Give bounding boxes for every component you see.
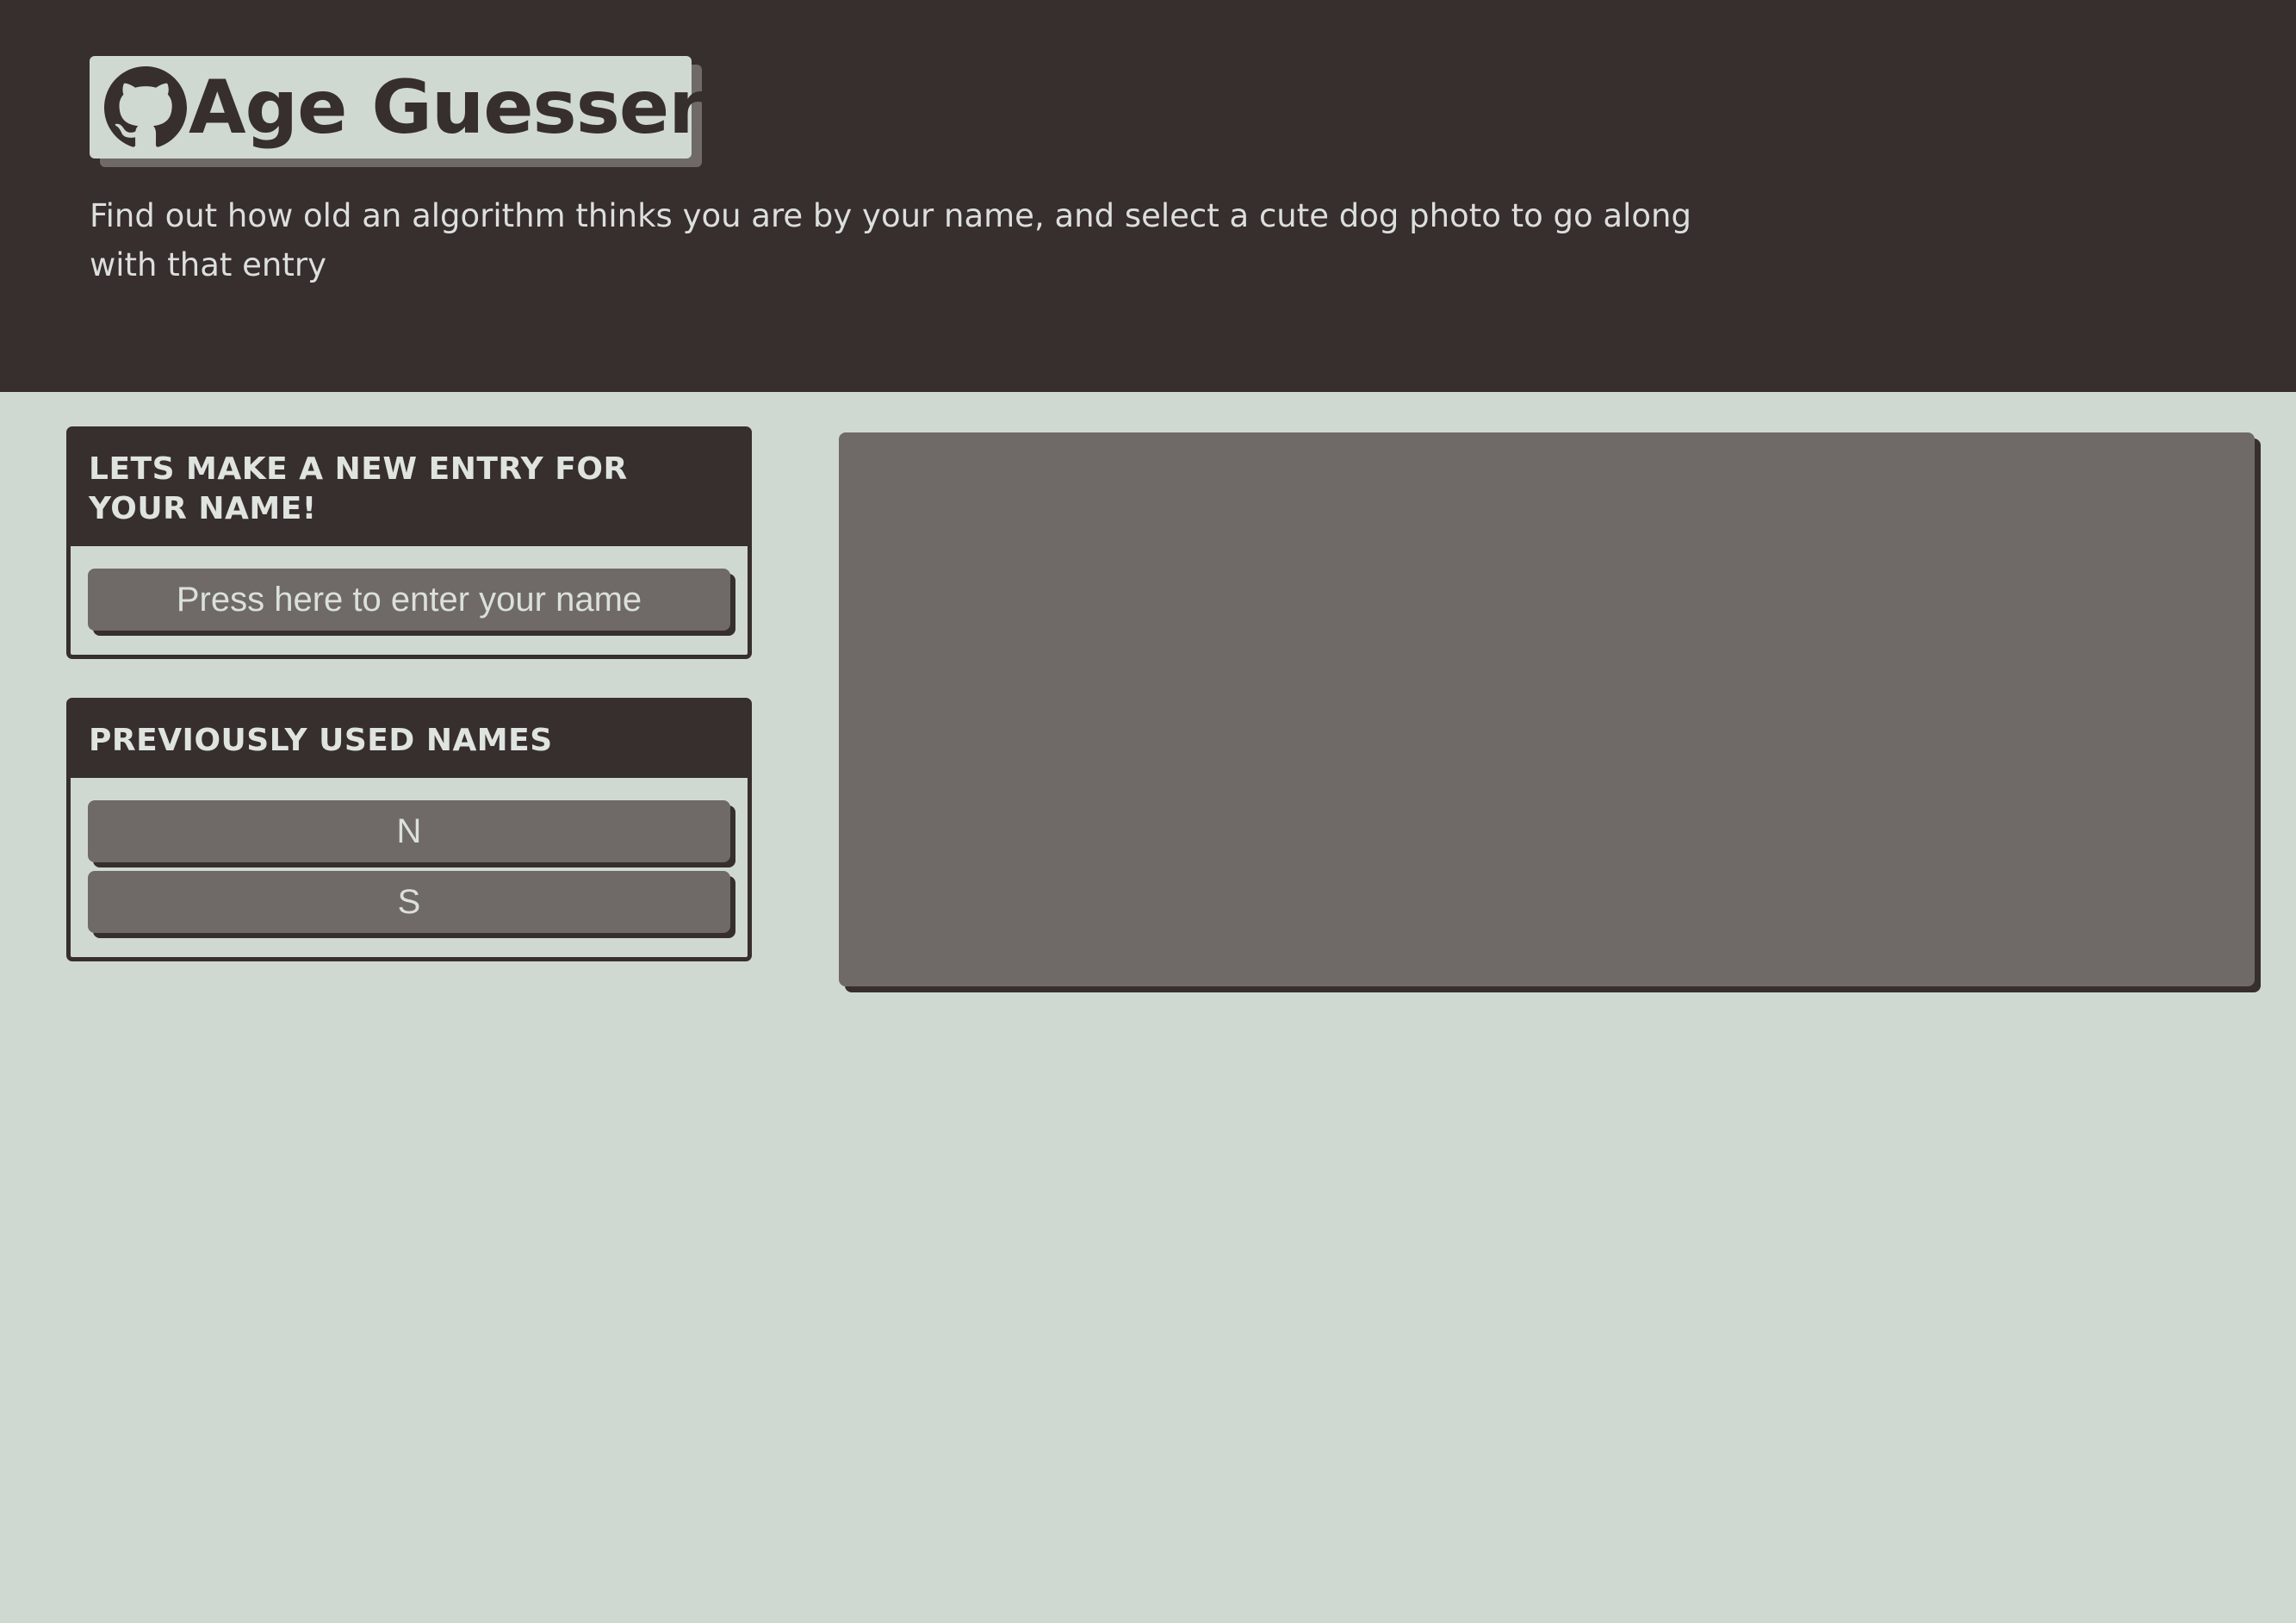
previous-name-button[interactable]: N [88, 800, 730, 862]
previous-names-list: N S [71, 778, 748, 957]
page-header: Age Guesser Find out how old an algorith… [0, 0, 2296, 392]
enter-name-button[interactable]: Press here to enter your name [88, 569, 730, 631]
new-entry-body: Press here to enter your name [71, 546, 748, 655]
previous-names-card: PREVIOUSLY USED NAMES N S [66, 698, 752, 961]
new-entry-heading: LETS MAKE A NEW ENTRY FOR YOUR NAME! [71, 431, 748, 546]
page-title: Age Guesser [189, 64, 705, 151]
page-subtitle: Find out how old an algorithm thinks you… [90, 197, 1691, 283]
enter-name-button-wrap: Press here to enter your name [88, 569, 735, 636]
previous-names-heading: PREVIOUSLY USED NAMES [71, 702, 748, 778]
github-icon[interactable] [104, 65, 187, 149]
previous-name-button[interactable]: S [88, 871, 730, 933]
new-entry-card: LETS MAKE A NEW ENTRY FOR YOUR NAME! Pre… [66, 426, 752, 659]
previous-name-item-wrap: N [88, 800, 735, 867]
result-panel [839, 432, 2255, 986]
title-badge-box: Age Guesser [90, 56, 705, 159]
previous-name-item-wrap: S [88, 871, 735, 938]
title-badge: Age Guesser [90, 56, 705, 167]
